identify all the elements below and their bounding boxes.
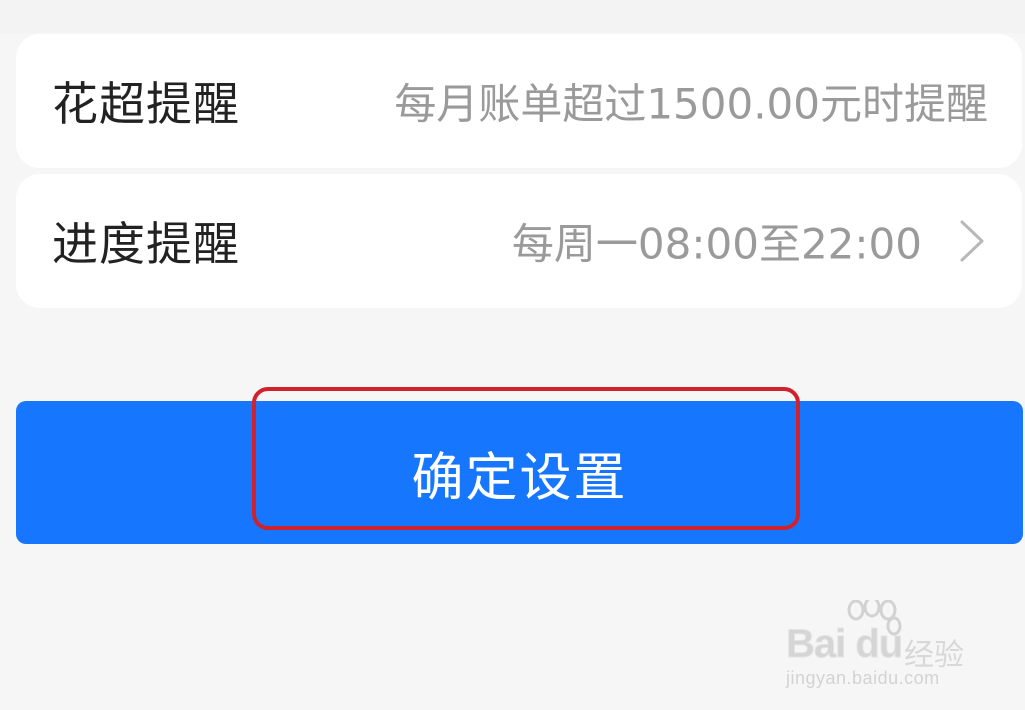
chevron-right-icon[interactable] bbox=[958, 219, 986, 263]
confirm-settings-button[interactable]: 确定设置 bbox=[16, 401, 1023, 544]
progress-reminder-row[interactable]: 进度提醒 每周一08:00至22:00 bbox=[16, 174, 1022, 308]
overspend-reminder-value: 每月账单超过1500.00元时提醒 bbox=[394, 79, 988, 129]
progress-reminder-label: 进度提醒 bbox=[52, 217, 240, 271]
watermark-brand: Bai du bbox=[785, 622, 903, 667]
overspend-reminder-label: 花超提醒 bbox=[52, 77, 240, 131]
top-background bbox=[0, 0, 1025, 33]
baidu-paw-logo-icon bbox=[847, 600, 902, 636]
watermark-url: jingyan.baidu.com bbox=[786, 668, 940, 688]
watermark-brand-cn: 经验 bbox=[904, 638, 964, 673]
baidu-jingyan-watermark: Bai du 经验 jingyan.baidu.com bbox=[785, 600, 976, 690]
overspend-reminder-row[interactable]: 花超提醒 每月账单超过1500.00元时提醒 bbox=[16, 34, 1022, 168]
confirm-settings-label: 确定设置 bbox=[411, 449, 628, 507]
progress-reminder-value: 每周一08:00至22:00 bbox=[511, 219, 922, 269]
